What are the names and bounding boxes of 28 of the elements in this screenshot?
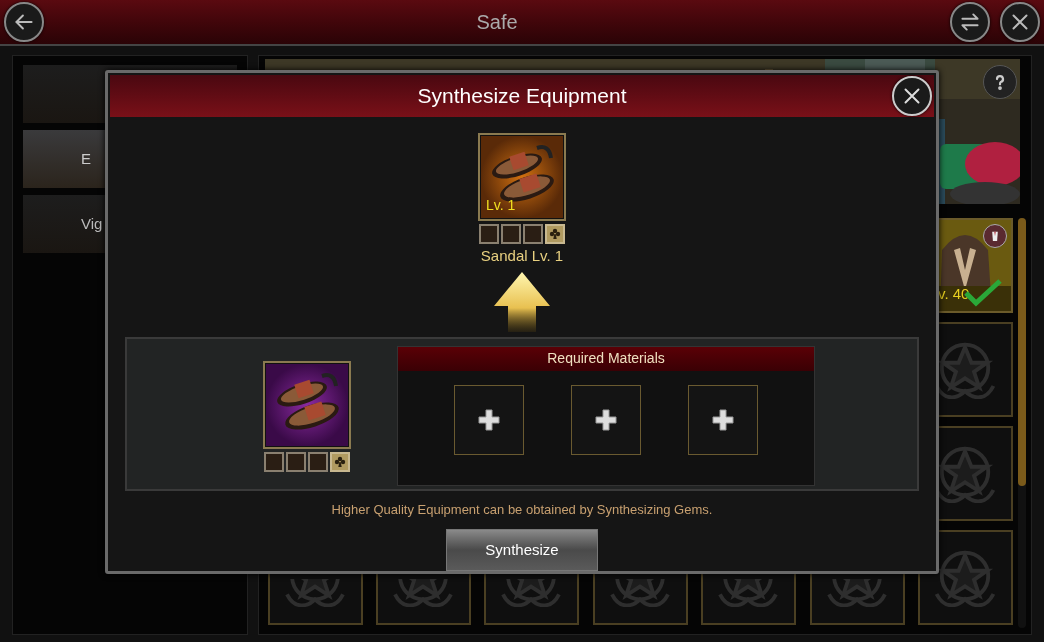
hint-text: Higher Quality Equipment can be obtained by Synthesizing Gems.	[330, 500, 714, 519]
gem-socket	[286, 451, 306, 472]
swap-icon[interactable]	[950, 2, 990, 42]
back-icon[interactable]	[4, 2, 44, 42]
synthesize-button[interactable]: Synthesize	[446, 529, 598, 571]
plus-icon	[595, 408, 617, 431]
window-title: Safe	[475, 10, 519, 35]
material-slot[interactable]	[454, 384, 524, 455]
emblem-icon	[608, 579, 671, 607]
materials-title: Required Materials	[547, 349, 665, 368]
item-name: Sandal Lv. 1	[480, 246, 564, 266]
material-slot[interactable]	[571, 384, 641, 455]
gem-socket	[479, 224, 499, 244]
scrollbar-thumb[interactable]	[1018, 218, 1026, 486]
gem-socket	[308, 451, 328, 472]
emblem-icon	[500, 579, 563, 607]
close-icon[interactable]	[1000, 2, 1040, 42]
gem-socket	[501, 224, 521, 244]
scrollbar[interactable]	[1018, 218, 1026, 628]
emblem-icon	[825, 579, 888, 607]
emblem-icon	[283, 579, 346, 607]
emblem-icon	[392, 579, 455, 607]
gem-socket	[523, 224, 543, 244]
emblem-icon	[717, 579, 780, 607]
gem-socket	[264, 451, 284, 472]
plus-icon	[712, 408, 734, 431]
material-slot[interactable]	[688, 384, 758, 455]
plus-icon	[478, 408, 500, 431]
